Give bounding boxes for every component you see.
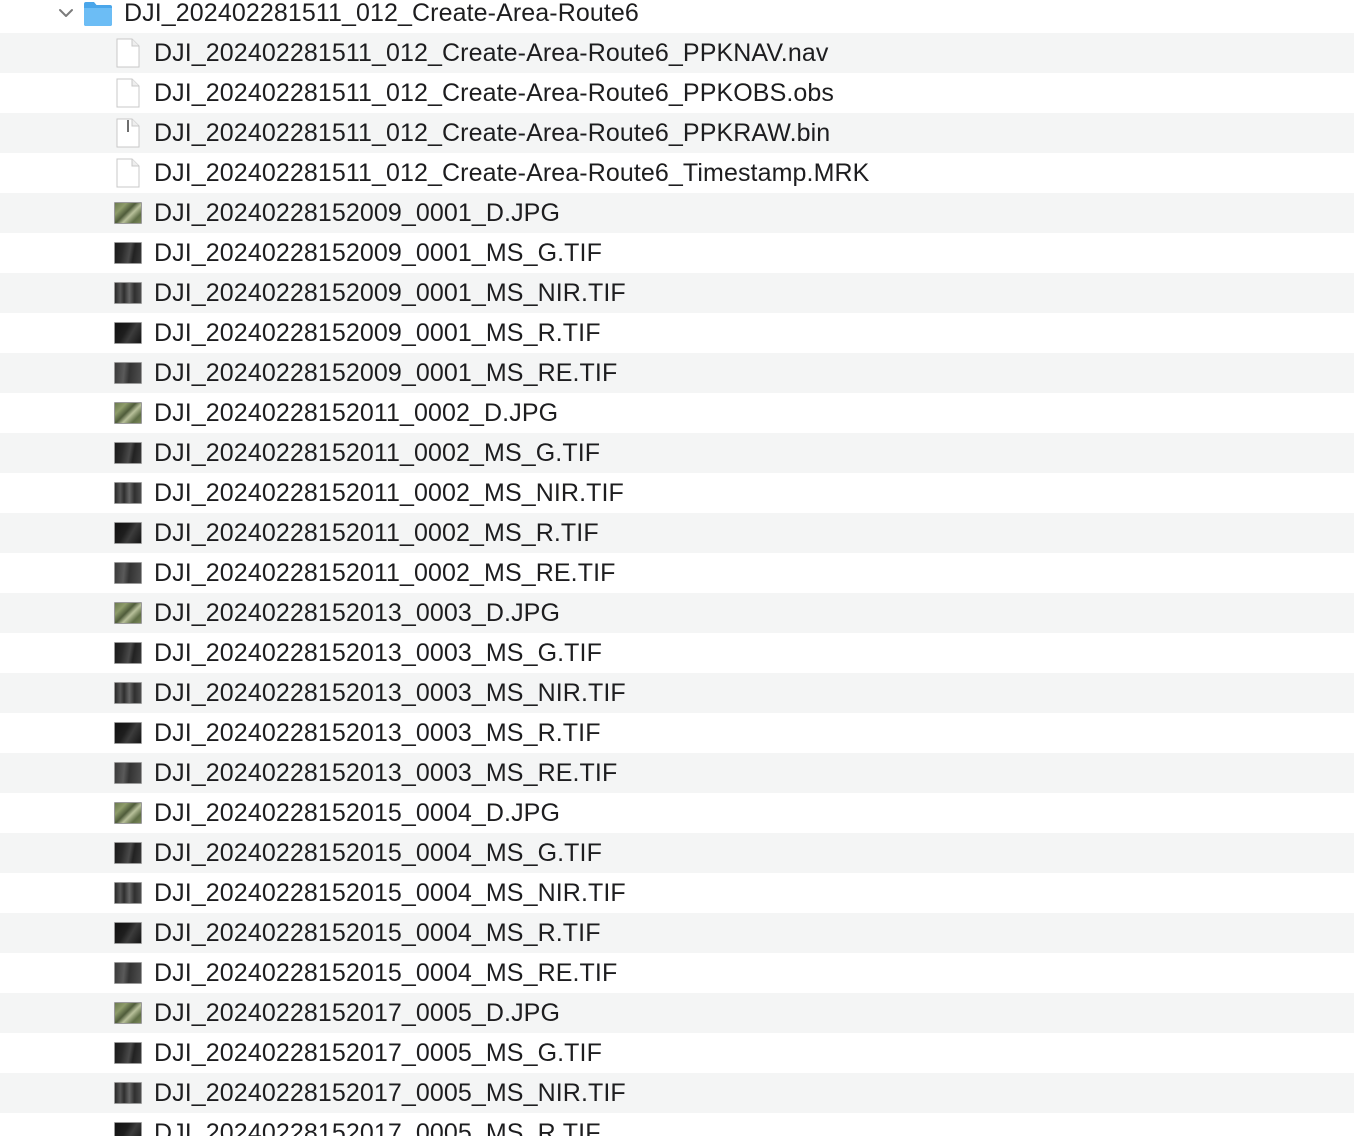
tif-thumbnail-icon: [114, 722, 142, 744]
file-name[interactable]: DJI_20240228152017_0005_D.JPG: [154, 993, 560, 1033]
folder-name[interactable]: DJI_202402281511_012_Create-Area-Route6: [124, 0, 639, 33]
tif-thumbnail-icon: [114, 282, 142, 304]
file-row[interactable]: DJI_20240228152015_0004_MS_RE.TIF: [0, 953, 1354, 993]
tif-thumbnail-icon: [114, 322, 142, 344]
file-row[interactable]: DJI_20240228152011_0002_MS_R.TIF: [0, 513, 1354, 553]
file-row[interactable]: DJI_20240228152011_0002_D.JPG: [0, 393, 1354, 433]
file-name[interactable]: DJI_20240228152017_0005_MS_R.TIF: [154, 1113, 601, 1136]
document-file-icon: [114, 158, 142, 188]
file-name[interactable]: DJI_20240228152015_0004_MS_NIR.TIF: [154, 873, 626, 913]
file-name[interactable]: DJI_20240228152017_0005_MS_G.TIF: [154, 1033, 602, 1073]
file-row[interactable]: DJI_20240228152009_0001_MS_NIR.TIF: [0, 273, 1354, 313]
tif-thumbnail-icon: [114, 762, 142, 784]
file-row[interactable]: DJI_20240228152013_0003_MS_R.TIF: [0, 713, 1354, 753]
document-file-icon: [114, 38, 142, 68]
file-row[interactable]: DJI_20240228152017_0005_D.JPG: [0, 993, 1354, 1033]
file-row[interactable]: DJI_20240228152015_0004_D.JPG: [0, 793, 1354, 833]
file-name[interactable]: DJI_20240228152009_0001_D.JPG: [154, 193, 560, 233]
file-row[interactable]: DJI_20240228152017_0005_MS_NIR.TIF: [0, 1073, 1354, 1113]
file-row[interactable]: DJI_20240228152015_0004_MS_R.TIF: [0, 913, 1354, 953]
file-name[interactable]: DJI_20240228152013_0003_MS_G.TIF: [154, 633, 602, 673]
file-name[interactable]: DJI_202402281511_012_Create-Area-Route6_…: [154, 73, 834, 113]
file-name[interactable]: DJI_20240228152011_0002_MS_NIR.TIF: [154, 473, 624, 513]
file-row[interactable]: DJI_20240228152015_0004_MS_G.TIF: [0, 833, 1354, 873]
tif-thumbnail-icon: [114, 682, 142, 704]
file-name[interactable]: DJI_20240228152013_0003_D.JPG: [154, 593, 560, 633]
image-thumbnail-icon: [114, 402, 142, 424]
file-row[interactable]: DJI_20240228152011_0002_MS_NIR.TIF: [0, 473, 1354, 513]
file-row[interactable]: DJI_20240228152013_0003_MS_NIR.TIF: [0, 673, 1354, 713]
file-name[interactable]: DJI_20240228152009_0001_MS_G.TIF: [154, 233, 602, 273]
folder-icon: [82, 0, 114, 27]
file-row[interactable]: DJI_20240228152015_0004_MS_NIR.TIF: [0, 873, 1354, 913]
file-name[interactable]: DJI_20240228152017_0005_MS_NIR.TIF: [154, 1073, 626, 1113]
file-name[interactable]: DJI_20240228152009_0001_MS_R.TIF: [154, 313, 601, 353]
tif-thumbnail-icon: [114, 962, 142, 984]
file-row[interactable]: DJI_20240228152009_0001_MS_RE.TIF: [0, 353, 1354, 393]
file-name[interactable]: DJI_202402281511_012_Create-Area-Route6_…: [154, 33, 828, 73]
file-name[interactable]: DJI_20240228152011_0002_MS_RE.TIF: [154, 553, 616, 593]
file-name[interactable]: DJI_20240228152015_0004_MS_RE.TIF: [154, 953, 617, 993]
file-name[interactable]: DJI_20240228152015_0004_MS_G.TIF: [154, 833, 602, 873]
file-name[interactable]: DJI_20240228152009_0001_MS_NIR.TIF: [154, 273, 626, 313]
file-row[interactable]: DJI_202402281511_012_Create-Area-Route6_…: [0, 153, 1354, 193]
file-name[interactable]: DJI_20240228152013_0003_MS_RE.TIF: [154, 753, 617, 793]
file-row[interactable]: DJI_20240228152011_0002_MS_RE.TIF: [0, 553, 1354, 593]
folder-row[interactable]: DJI_202402281511_012_Create-Area-Route6: [0, 0, 1354, 33]
document-file-icon: [114, 78, 142, 108]
tif-thumbnail-icon: [114, 562, 142, 584]
binary-file-icon: [114, 118, 142, 148]
tif-thumbnail-icon: [114, 442, 142, 464]
file-row[interactable]: DJI_20240228152013_0003_MS_RE.TIF: [0, 753, 1354, 793]
tif-thumbnail-icon: [114, 882, 142, 904]
tif-thumbnail-icon: [114, 1042, 142, 1064]
file-name[interactable]: DJI_20240228152011_0002_MS_R.TIF: [154, 513, 599, 553]
image-thumbnail-icon: [114, 1002, 142, 1024]
file-row[interactable]: DJI_20240228152017_0005_MS_G.TIF: [0, 1033, 1354, 1073]
file-name[interactable]: DJI_20240228152013_0003_MS_R.TIF: [154, 713, 601, 753]
file-name[interactable]: DJI_20240228152009_0001_MS_RE.TIF: [154, 353, 617, 393]
tif-thumbnail-icon: [114, 1082, 142, 1104]
file-row[interactable]: DJI_20240228152013_0003_MS_G.TIF: [0, 633, 1354, 673]
file-name[interactable]: DJI_20240228152015_0004_D.JPG: [154, 793, 560, 833]
file-name[interactable]: DJI_20240228152015_0004_MS_R.TIF: [154, 913, 601, 953]
file-name[interactable]: DJI_20240228152013_0003_MS_NIR.TIF: [154, 673, 626, 713]
file-name[interactable]: DJI_20240228152011_0002_MS_G.TIF: [154, 433, 600, 473]
tif-thumbnail-icon: [114, 482, 142, 504]
tif-thumbnail-icon: [114, 1122, 142, 1136]
file-row[interactable]: DJI_20240228152009_0001_MS_G.TIF: [0, 233, 1354, 273]
tif-thumbnail-icon: [114, 922, 142, 944]
file-row[interactable]: DJI_202402281511_012_Create-Area-Route6_…: [0, 113, 1354, 153]
file-name[interactable]: DJI_202402281511_012_Create-Area-Route6_…: [154, 113, 830, 153]
image-thumbnail-icon: [114, 202, 142, 224]
file-row[interactable]: DJI_20240228152009_0001_MS_R.TIF: [0, 313, 1354, 353]
file-name[interactable]: DJI_20240228152011_0002_D.JPG: [154, 393, 558, 433]
tif-thumbnail-icon: [114, 642, 142, 664]
tif-thumbnail-icon: [114, 522, 142, 544]
file-row[interactable]: DJI_20240228152011_0002_MS_G.TIF: [0, 433, 1354, 473]
file-row[interactable]: DJI_202402281511_012_Create-Area-Route6_…: [0, 33, 1354, 73]
file-row[interactable]: DJI_20240228152009_0001_D.JPG: [0, 193, 1354, 233]
disclosure-chevron-down-icon[interactable]: [56, 3, 76, 23]
tif-thumbnail-icon: [114, 242, 142, 264]
image-thumbnail-icon: [114, 602, 142, 624]
file-row[interactable]: DJI_202402281511_012_Create-Area-Route6_…: [0, 73, 1354, 113]
file-row[interactable]: DJI_20240228152017_0005_MS_R.TIF: [0, 1113, 1354, 1136]
image-thumbnail-icon: [114, 802, 142, 824]
file-name[interactable]: DJI_202402281511_012_Create-Area-Route6_…: [154, 153, 869, 193]
tif-thumbnail-icon: [114, 362, 142, 384]
finder-list-view: DJI_202402281511_012_Create-Area-Route6 …: [0, 0, 1354, 1136]
tif-thumbnail-icon: [114, 842, 142, 864]
file-row[interactable]: DJI_20240228152013_0003_D.JPG: [0, 593, 1354, 633]
